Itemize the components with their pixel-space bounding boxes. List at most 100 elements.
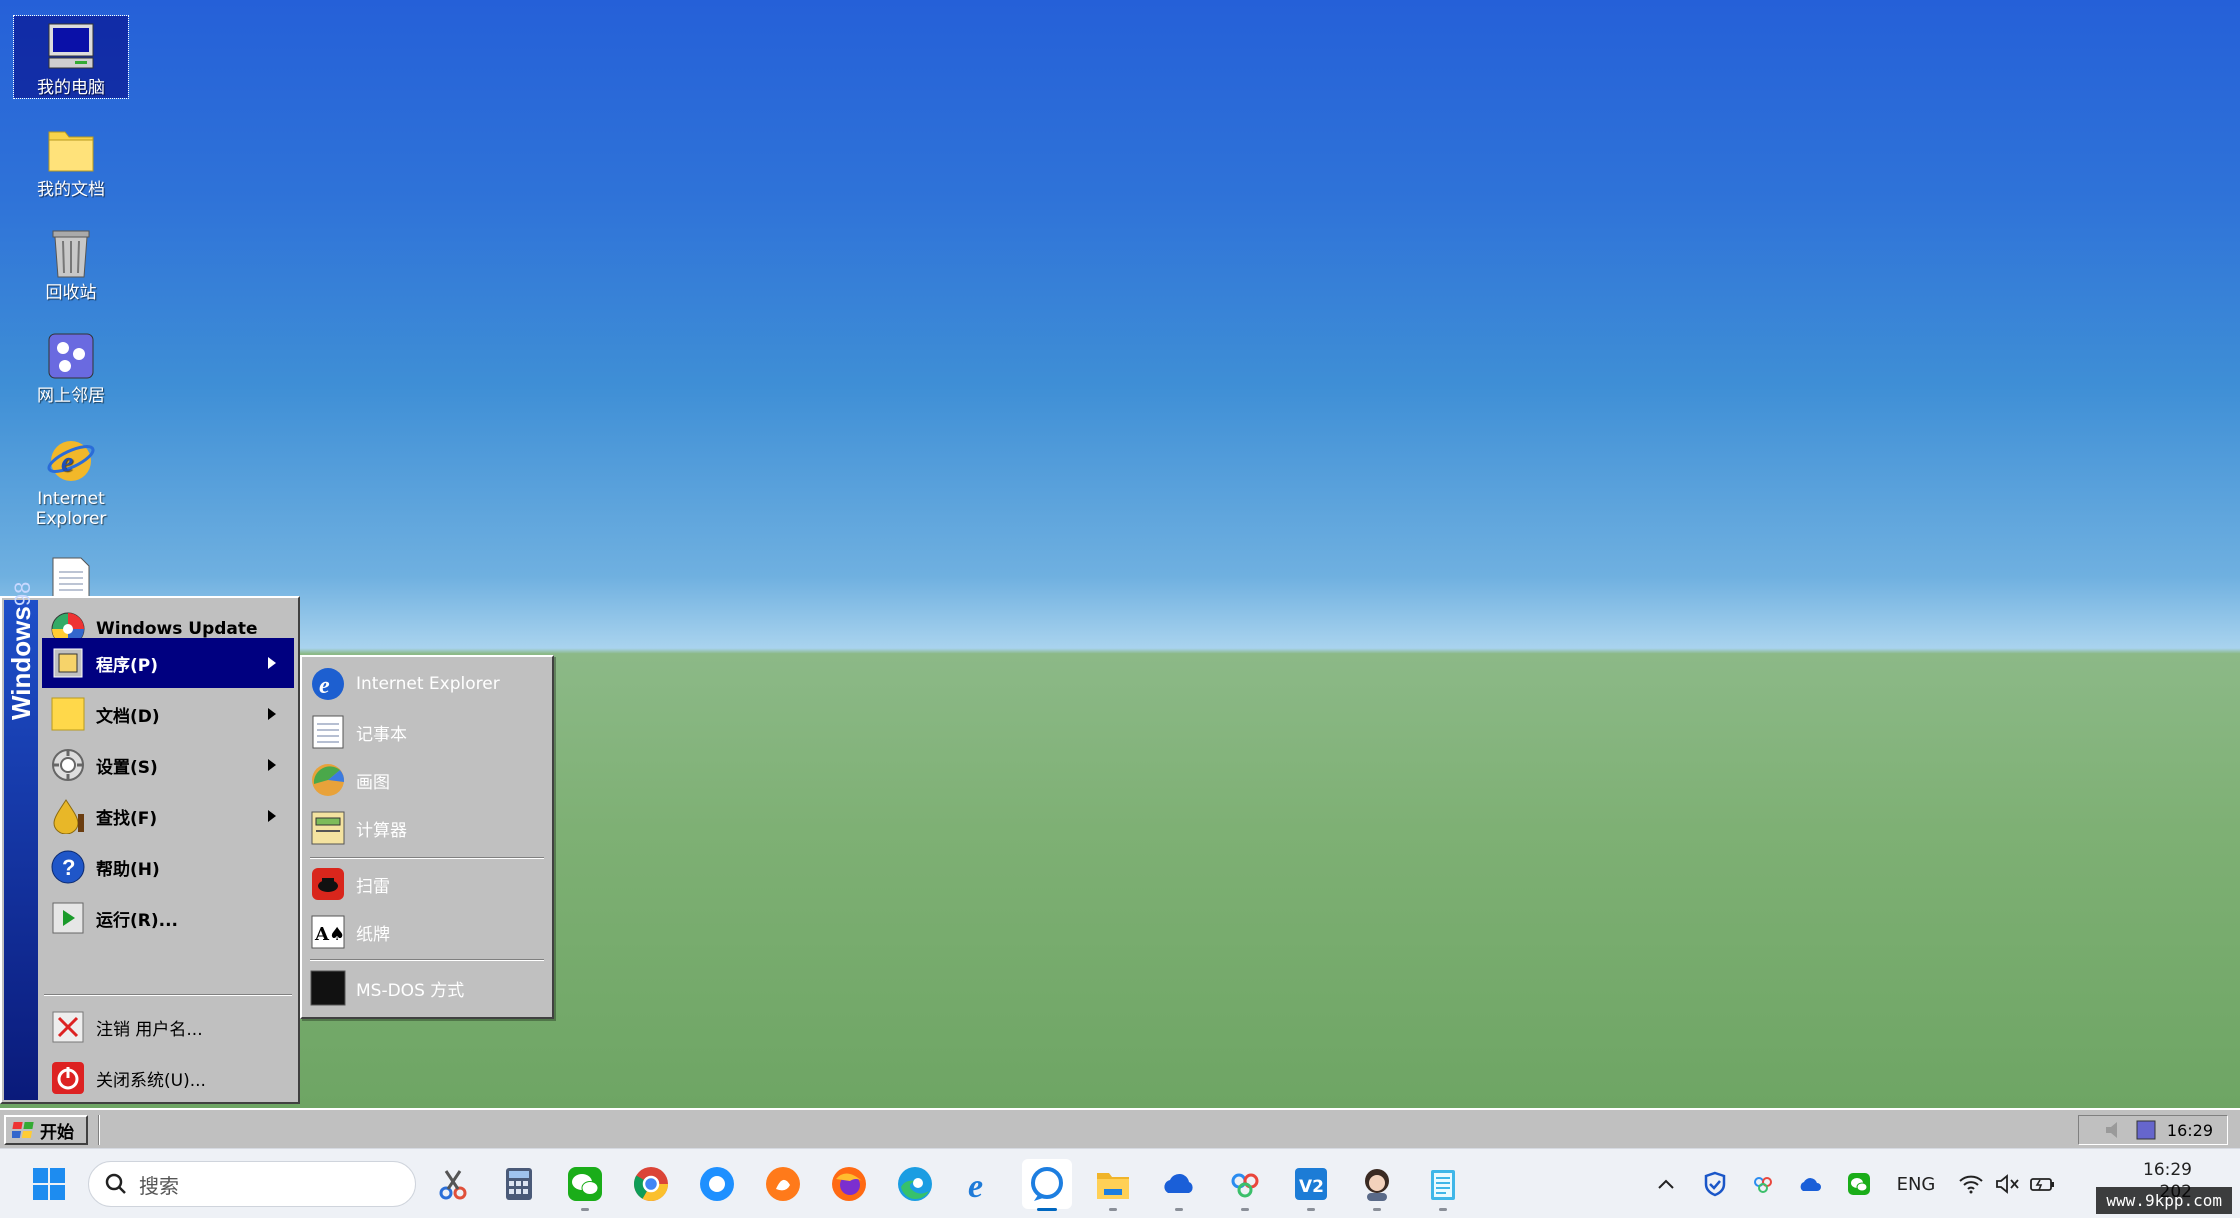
notepad-icon	[310, 714, 346, 750]
onedrive-tray-icon[interactable]	[1796, 1169, 1826, 1199]
taskbar-app-file-explorer[interactable]	[1088, 1159, 1138, 1211]
solitaire-card-icon: A♠	[310, 914, 346, 950]
desktop-icon-internet-explorer[interactable]: e Internet Explorer	[14, 427, 128, 529]
logoff-icon	[50, 1009, 86, 1045]
submenu-item-minesweeper[interactable]: 扫雷	[308, 861, 546, 907]
recycle-bin-icon	[45, 225, 97, 281]
submenu-separator	[310, 857, 544, 859]
notepad-icon	[1424, 1165, 1462, 1203]
windows-logo-icon	[30, 1165, 68, 1203]
taskbar-app-chrome[interactable]	[626, 1159, 676, 1209]
squirrel-browser-icon	[764, 1165, 802, 1203]
start-menu-item-shutdown[interactable]: 关闭系统(U)...	[42, 1053, 294, 1103]
folder-icon	[1094, 1165, 1132, 1203]
start-menu-item-documents[interactable]: 文档(D)	[42, 689, 294, 739]
taskbar-app-uc-browser[interactable]	[758, 1159, 808, 1209]
taskbar-app-browser[interactable]	[692, 1159, 742, 1209]
taskbar-app-avatar-assistant[interactable]	[1352, 1159, 1402, 1211]
wifi-icon[interactable]	[1956, 1169, 1986, 1199]
start-menu-item-programs[interactable]: 程序(P)	[42, 638, 294, 688]
settings-gear-icon	[50, 747, 86, 783]
start-menu-separator	[44, 994, 292, 996]
win98-system-tray: 16:29	[2078, 1115, 2228, 1145]
win11-search-box[interactable]: 搜索	[88, 1161, 416, 1207]
chat-bubble-icon	[1028, 1165, 1066, 1203]
taskbar-app-edge[interactable]	[890, 1159, 940, 1209]
code-editor-icon: V2	[1292, 1165, 1330, 1203]
taskbar-app-vscode[interactable]: V2	[1286, 1159, 1336, 1211]
search-placeholder: 搜索	[139, 1173, 179, 1198]
find-icon	[50, 798, 86, 835]
submenu-arrow-icon	[268, 657, 276, 669]
taskbar-app-win98-simulator[interactable]	[1022, 1159, 1072, 1211]
calculator-icon	[500, 1165, 538, 1203]
svg-text:?: ?	[62, 855, 75, 880]
desktop-icon-my-documents[interactable]: 我的文档	[14, 118, 128, 200]
taskbar-app-onedrive[interactable]	[1154, 1159, 1204, 1211]
run-icon	[50, 900, 86, 936]
security-shield-icon[interactable]	[1700, 1169, 1730, 1199]
desktop-icon-network[interactable]: 网上邻居	[14, 324, 128, 406]
desktop-icon-recycle-bin[interactable]: 回收站	[14, 221, 128, 303]
minesweeper-icon	[310, 866, 346, 902]
scissors-icon	[434, 1165, 472, 1203]
submenu-item-calculator[interactable]: 计算器	[308, 805, 546, 851]
start-menu-banner: Windows98	[4, 582, 38, 1100]
submenu-arrow-icon	[268, 810, 276, 822]
taskbar-divider	[98, 1115, 100, 1145]
site-watermark: www.9kpp.com	[2096, 1187, 2232, 1214]
calculator-icon	[310, 810, 346, 846]
submenu-item-paint[interactable]: 画图	[308, 757, 546, 803]
submenu-arrow-icon	[268, 708, 276, 720]
start-menu-item-logoff[interactable]: 注销 用户名...	[42, 1002, 294, 1052]
start-button-label: 开始	[40, 1122, 74, 1143]
volume-icon[interactable]	[2103, 1119, 2125, 1141]
start-menu-item-help[interactable]: ? 帮助(H)	[42, 842, 294, 892]
internet-explorer-icon: e	[45, 431, 97, 487]
power-icon	[50, 1060, 86, 1096]
help-icon: ?	[50, 849, 86, 885]
win98-clock[interactable]: 16:29	[2167, 1121, 2213, 1140]
speaker-muted-icon[interactable]	[1992, 1169, 2022, 1199]
taskbar-app-baidu-netdisk[interactable]	[1220, 1159, 1270, 1211]
desktop: 我的电脑 我的文档 回收站 网上邻居 e Internet Explorer W…	[0, 0, 2240, 1108]
internet-explorer-icon: e	[962, 1165, 1000, 1205]
submenu-item-ms-dos[interactable]: MS-DOS 方式	[308, 965, 546, 1011]
taskbar-app-wechat[interactable]	[560, 1159, 610, 1211]
start-menu-item-run[interactable]: 运行(R)...	[42, 893, 294, 943]
netdisk-tray-icon[interactable]	[1748, 1169, 1778, 1199]
programs-icon	[50, 645, 86, 681]
win11-start-button[interactable]	[24, 1159, 74, 1209]
submenu-item-notepad[interactable]: 记事本	[308, 709, 546, 755]
taskbar-app-internet-explorer[interactable]: e	[956, 1159, 1006, 1209]
svg-text:e: e	[319, 673, 330, 699]
start-menu: Windows98 Windows Update 程序(P) 文档(D) 设置(…	[0, 582, 300, 1104]
wechat-icon	[566, 1165, 604, 1203]
svg-text:A♠: A♠	[314, 924, 345, 945]
submenu-item-internet-explorer[interactable]: e Internet Explorer	[308, 661, 546, 707]
wechat-tray-icon[interactable]	[1844, 1169, 1874, 1199]
programs-submenu: e Internet Explorer 记事本 画图 计算器 扫雷 A♠ 纸牌 …	[300, 655, 554, 1019]
start-menu-item-find[interactable]: 查找(F)	[42, 791, 294, 841]
documents-folder-icon	[50, 696, 86, 732]
desktop-icon-label: 我的文档	[37, 180, 105, 200]
taskbar-app-firefox[interactable]	[824, 1159, 874, 1209]
desktop-icon-my-computer[interactable]: 我的电脑	[13, 15, 129, 99]
taskbar-app-notepad[interactable]	[1418, 1159, 1468, 1211]
desktop-icon-label: 回收站	[45, 283, 97, 303]
clock-time: 16:29	[2143, 1160, 2192, 1180]
internet-explorer-icon: e	[310, 666, 346, 702]
display-icon[interactable]	[2135, 1119, 2157, 1141]
submenu-item-solitaire[interactable]: A♠ 纸牌	[308, 909, 546, 955]
windows-flag-icon	[10, 1120, 36, 1140]
taskbar-app-calculator[interactable]	[494, 1159, 544, 1209]
start-menu-item-settings[interactable]: 设置(S)	[42, 740, 294, 790]
desktop-icon-label: Internet Explorer	[35, 489, 107, 529]
show-hidden-icons-chevron-up-icon[interactable]	[1652, 1169, 1680, 1199]
taskbar-app-snipping-tool[interactable]	[428, 1159, 478, 1209]
firefox-icon	[830, 1165, 868, 1203]
svg-text:e: e	[968, 1168, 983, 1203]
ms-dos-icon	[310, 970, 346, 1006]
start-button[interactable]: 开始	[4, 1115, 88, 1145]
input-language-indicator[interactable]: ENG	[1890, 1169, 1942, 1199]
